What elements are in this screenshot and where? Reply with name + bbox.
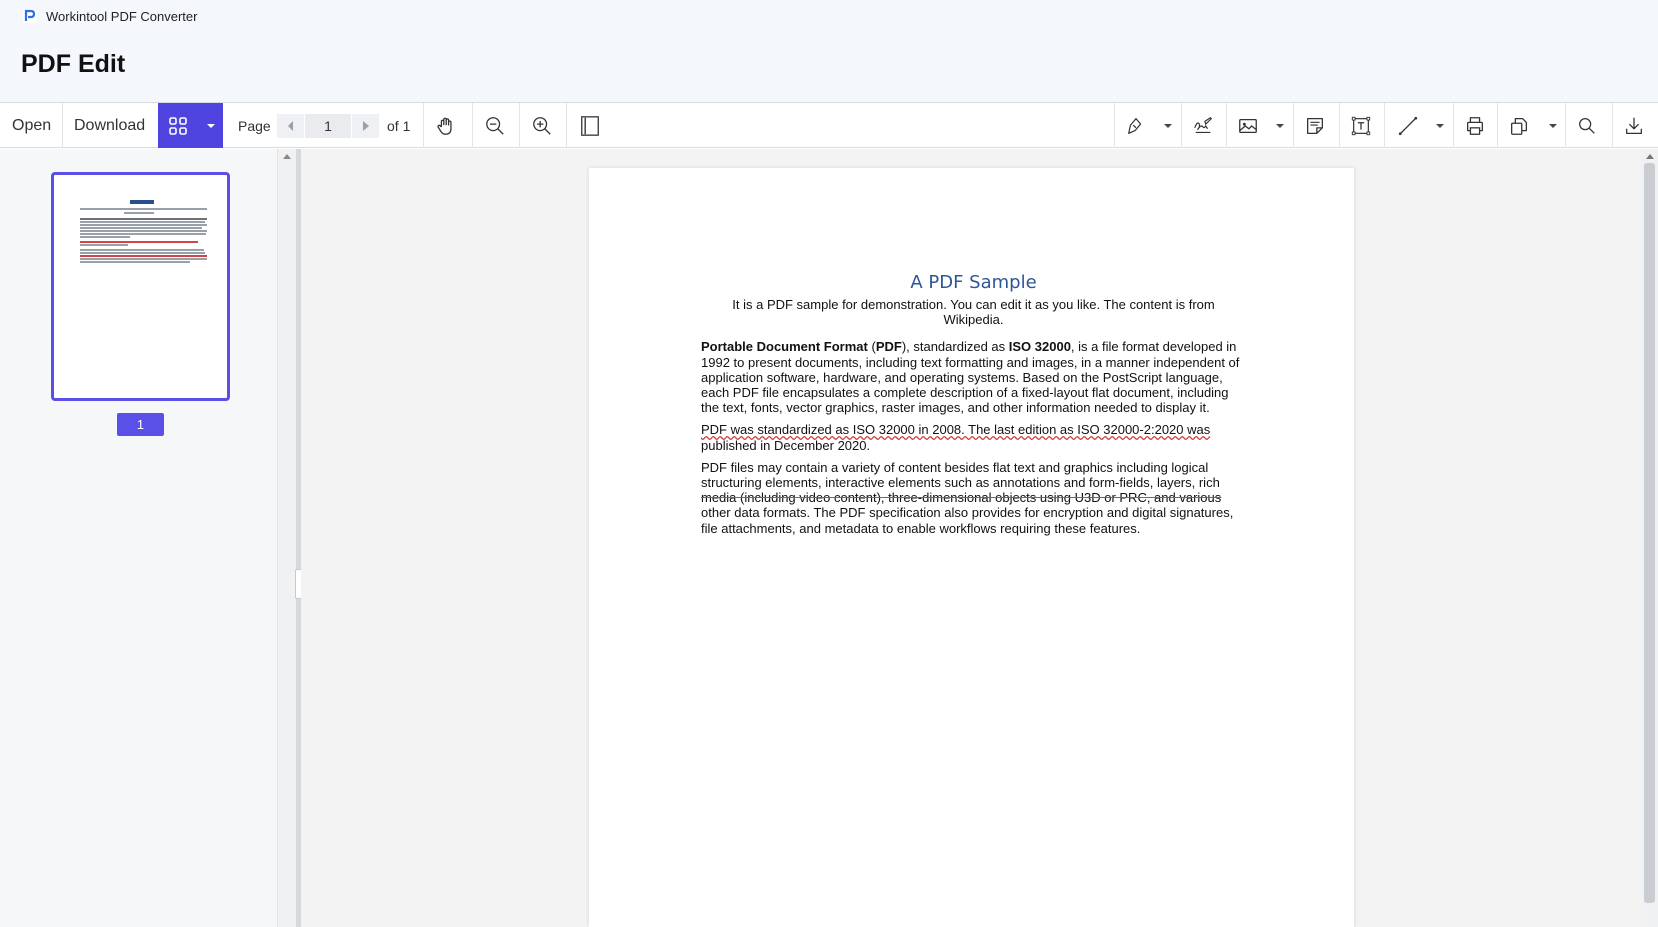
page-title: PDF Edit [21,50,126,78]
highlight-pen-icon [1128,117,1142,134]
pdf-subtitle: It is a PDF sample for demonstration. Yo… [732,297,1215,328]
page-header: PDF Edit [0,32,1658,103]
export-button[interactable] [1497,103,1541,148]
pdf-title: A PDF Sample [910,272,1037,293]
signature-button[interactable] [1181,103,1225,148]
thumbnail-text-line [80,249,204,251]
pdf-bold-text: ISO 32000 [1008,339,1071,355]
chevron-down-icon [1436,123,1444,128]
scrollbar-thumb[interactable] [1644,163,1655,903]
thumbnail-text-line [80,258,207,260]
sidebar-scrollbar[interactable] [278,149,296,927]
hand-pan-button[interactable] [424,103,468,148]
thumbnail-title-line [130,200,154,204]
zoom-out-button[interactable] [473,103,517,148]
page-navigator: 1 [277,114,379,138]
search-icon [1579,117,1595,134]
thumbnail-text-line [80,241,198,243]
print-icon [1467,116,1483,135]
thumbnail-text-line [80,224,207,226]
note-icon [1307,117,1323,134]
image-options-dropdown[interactable] [1271,103,1289,148]
pdf-bold-text: PDF [875,339,902,355]
page-label: Page [238,117,271,134]
thumbnails-grid-icon [158,103,198,148]
thumbnail-page-number[interactable]: 1 [117,413,164,436]
image-icon [1239,118,1257,133]
pdf-text: ), standardized as [901,339,1009,355]
print-button[interactable] [1453,103,1497,148]
line-options-dropdown[interactable] [1431,103,1449,148]
chevron-down-icon[interactable] [198,103,223,148]
zoom-in-icon [533,116,551,135]
pdf-text: PDF files may contain a variety of conte… [701,459,1220,491]
strikethrough-annotation[interactable]: media (including video content), three-d… [701,490,1221,505]
line-draw-icon [1398,116,1418,135]
chevron-down-icon [1164,123,1172,128]
toolbar: Open Download Page 1 of 1 [0,103,1658,148]
workintool-logo-icon [23,9,37,23]
chevron-down-icon [1276,123,1284,128]
thumbnail-text-line [124,212,154,214]
chevron-down-icon [1549,123,1557,128]
pdf-paragraph-3: PDF files may contain a variety of conte… [701,460,1246,536]
pdf-paragraph-1: Portable Document Format (PDF), standard… [701,339,1246,415]
pdf-text: other data formats. The PDF specificatio… [701,505,1234,536]
zoom-in-button[interactable] [520,103,564,148]
thumbnail-text-line [80,227,202,229]
page-count-label: of 1 [387,117,411,134]
highlight-options-dropdown[interactable] [1159,103,1177,148]
app-title: Workintool PDF Converter [46,8,198,24]
chevron-left-icon [287,121,293,131]
pdf-text: ( [867,339,876,355]
draw-line-button[interactable] [1386,103,1430,148]
scroll-up-arrow-icon[interactable] [283,154,291,159]
prev-page-button[interactable] [277,114,304,138]
divider [566,103,567,148]
page-number-input[interactable]: 1 [304,114,352,138]
pdf-page[interactable]: A PDF Sample It is a PDF sample for demo… [589,168,1354,927]
thumbnail-text-line [80,255,207,257]
thumbnail-text-line [80,230,207,232]
thumbnail-text-line [80,218,207,220]
thumbnail-text-line [80,252,205,254]
export-icon [1511,117,1527,135]
thumbnail-text-line [80,236,130,238]
thumbnail-text-line [80,244,128,246]
pdf-bold-text: Portable Document Format [701,339,868,355]
title-bar: Workintool PDF Converter [0,0,1658,32]
signature-icon [1194,116,1213,133]
open-button[interactable]: Open [0,103,63,148]
highlight-button[interactable] [1114,103,1158,148]
scroll-up-arrow-icon[interactable] [1646,154,1654,159]
add-note-button[interactable] [1293,103,1337,148]
zoom-out-icon [486,116,504,135]
next-page-button[interactable] [352,114,379,138]
thumbnail-text-line [80,221,205,223]
text-box-button[interactable] [1339,103,1383,148]
download-button[interactable]: Download [62,103,157,148]
thumbnail-text-line [80,261,190,263]
thumbnails-toggle-button[interactable] [158,103,223,148]
text-box-icon [1351,116,1371,135]
chevron-right-icon [362,121,369,131]
divider [1384,103,1385,148]
search-button[interactable] [1565,103,1609,148]
download-icon-button[interactable] [1612,103,1656,148]
thumbnail-text-line [80,233,206,235]
single-page-view-icon [581,115,599,136]
document-scrollbar[interactable] [1641,149,1658,927]
thumbnail-text-line [80,208,207,210]
pdf-text: published in December 2020. [701,437,871,453]
page-view-button[interactable] [568,103,612,148]
page-thumbnail[interactable] [51,172,230,401]
download-icon [1626,117,1642,134]
pdf-page-content: A PDF Sample It is a PDF sample for demo… [701,272,1246,543]
insert-image-button[interactable] [1226,103,1270,148]
pdf-paragraph-2: PDF was standardized as ISO 32000 in 200… [701,422,1246,452]
hand-pan-icon [437,117,452,135]
underline-annotation[interactable]: PDF was standardized as ISO 32000 in 200… [701,422,1210,437]
export-options-dropdown[interactable] [1544,103,1562,148]
